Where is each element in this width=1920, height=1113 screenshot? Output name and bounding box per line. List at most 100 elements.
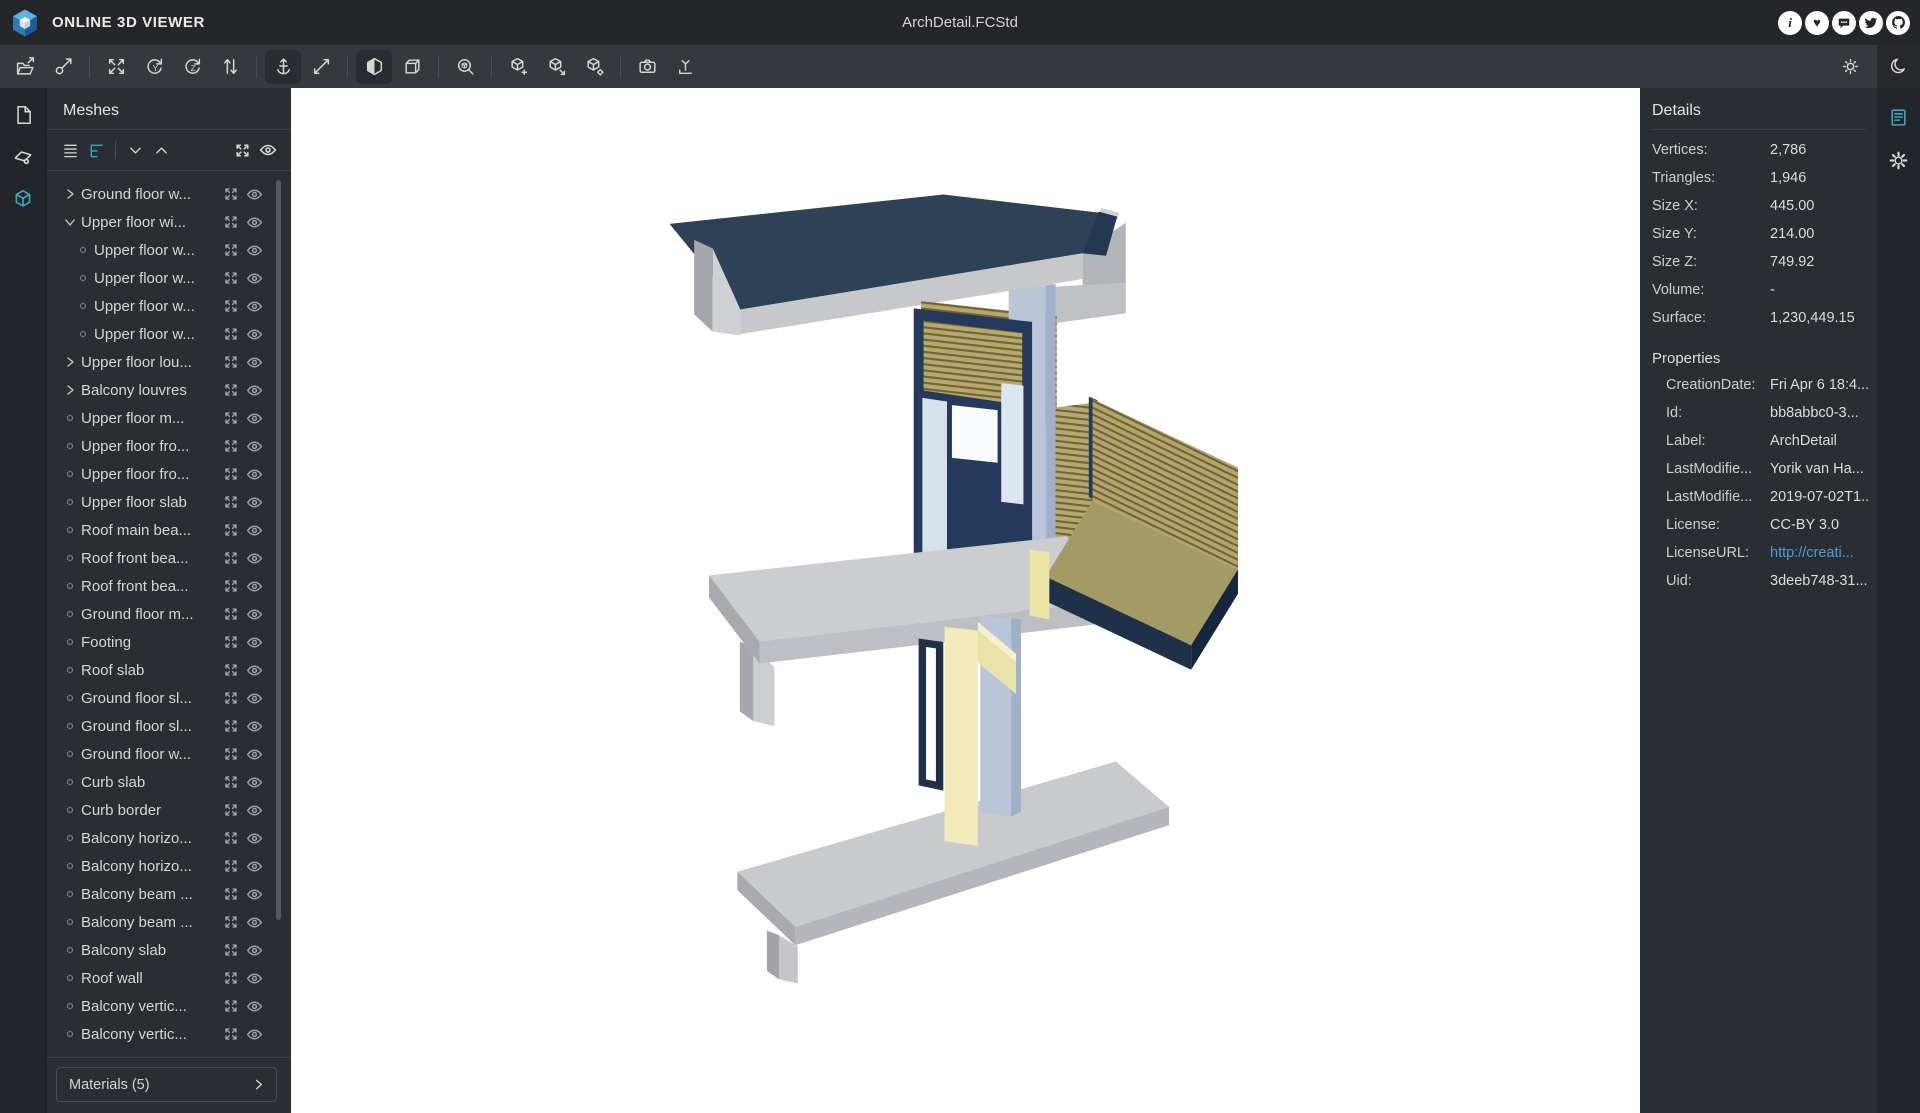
up-direction-y-button[interactable]: Y: [136, 50, 172, 84]
fit-mesh-button[interactable]: [223, 662, 239, 679]
toggle-visibility-button[interactable]: [246, 550, 263, 567]
export-model-button[interactable]: [667, 50, 703, 84]
mesh-row[interactable]: Upper floor w...: [47, 292, 291, 320]
toggle-visibility-button[interactable]: [246, 970, 263, 987]
fit-mesh-button[interactable]: [223, 690, 239, 707]
files-panel-button[interactable]: [8, 100, 38, 130]
toggle-visibility-button[interactable]: [246, 298, 263, 315]
twitter-icon[interactable]: [1859, 11, 1883, 35]
toggle-visibility-button[interactable]: [246, 886, 263, 903]
fit-mesh-button[interactable]: [223, 886, 239, 903]
fit-mesh-button[interactable]: [223, 550, 239, 567]
materials-panel-button[interactable]: [8, 142, 38, 172]
toggle-visibility-button[interactable]: [246, 914, 263, 931]
fit-mesh-button[interactable]: [223, 354, 239, 371]
toggle-visibility-button[interactable]: [246, 214, 263, 231]
fit-mesh-button[interactable]: [223, 242, 239, 259]
heart-icon[interactable]: ♥: [1805, 11, 1829, 35]
fit-mesh-button[interactable]: [223, 466, 239, 483]
fit-mesh-button[interactable]: [223, 214, 239, 231]
fit-mesh-button[interactable]: [223, 270, 239, 287]
toggle-visibility-button[interactable]: [246, 662, 263, 679]
expand-chevron-icon[interactable]: [64, 384, 76, 396]
toggle-visibility-button[interactable]: [246, 186, 263, 203]
fit-to-window-button[interactable]: [98, 50, 134, 84]
measure-button[interactable]: [303, 50, 339, 84]
mesh-row[interactable]: Roof front bea...: [47, 572, 291, 600]
mesh-row[interactable]: Upper floor lou...: [47, 348, 291, 376]
mesh-row[interactable]: Balcony beam ...: [47, 908, 291, 936]
github-icon[interactable]: [1886, 11, 1910, 35]
toggle-visibility-button[interactable]: [246, 242, 263, 259]
toggle-visibility-button[interactable]: [246, 942, 263, 959]
toggle-visibility-button[interactable]: [246, 578, 263, 595]
mesh-row[interactable]: Roof main bea...: [47, 516, 291, 544]
up-direction-z-button[interactable]: Z: [174, 50, 210, 84]
mesh-row[interactable]: Curb slab: [47, 768, 291, 796]
mesh-row[interactable]: Balcony vertic...: [47, 1020, 291, 1048]
mesh-row[interactable]: Footing: [47, 628, 291, 656]
toggle-visibility-button[interactable]: [246, 466, 263, 483]
mesh-row[interactable]: Ground floor w...: [47, 180, 291, 208]
toggle-visibility-button[interactable]: [246, 830, 263, 847]
fit-mesh-button[interactable]: [223, 914, 239, 931]
open-file-button[interactable]: [7, 50, 43, 84]
fix-up-vector-button[interactable]: [265, 50, 301, 84]
license-url-link[interactable]: http://creati...: [1770, 545, 1854, 561]
expand-all-button[interactable]: [122, 137, 148, 163]
flat-list-button[interactable]: [57, 137, 83, 163]
shading-mode-button[interactable]: [356, 50, 392, 84]
open-url-button[interactable]: [45, 50, 81, 84]
mesh-row[interactable]: Balcony louvres: [47, 376, 291, 404]
fit-mesh-button[interactable]: [223, 606, 239, 623]
toggle-visibility-button[interactable]: [246, 746, 263, 763]
fit-mesh-button[interactable]: [223, 998, 239, 1015]
fit-mesh-button[interactable]: [223, 634, 239, 651]
toggle-visibility-button[interactable]: [246, 774, 263, 791]
fit-mesh-button[interactable]: [223, 438, 239, 455]
settings-panel-button[interactable]: [1884, 145, 1914, 175]
mesh-row[interactable]: Balcony horizo...: [47, 824, 291, 852]
mesh-row[interactable]: Balcony vertic...: [47, 992, 291, 1020]
toggle-visibility-button[interactable]: [246, 858, 263, 875]
toggle-visibility-button[interactable]: [246, 438, 263, 455]
toggle-visibility-button[interactable]: [246, 718, 263, 735]
fit-mesh-button[interactable]: [223, 494, 239, 511]
toggle-visibility-button[interactable]: [246, 354, 263, 371]
mesh-row[interactable]: Upper floor m...: [47, 404, 291, 432]
brightness-toggle-button[interactable]: [1832, 50, 1868, 84]
toggle-visibility-button[interactable]: [246, 494, 263, 511]
expand-chevron-icon[interactable]: [64, 216, 76, 228]
show-edges-button[interactable]: [394, 50, 430, 84]
mesh-row[interactable]: Upper floor w...: [47, 320, 291, 348]
cube-diamond-button[interactable]: [576, 50, 612, 84]
fit-mesh-button[interactable]: [223, 858, 239, 875]
fit-mesh-button[interactable]: [223, 578, 239, 595]
fit-all-meshes-button[interactable]: [229, 137, 255, 163]
mesh-row[interactable]: Roof wall: [47, 964, 291, 992]
fit-mesh-button[interactable]: [223, 186, 239, 203]
fit-mesh-button[interactable]: [223, 970, 239, 987]
fit-mesh-button[interactable]: [223, 298, 239, 315]
fit-mesh-button[interactable]: [223, 830, 239, 847]
mesh-row[interactable]: Curb border: [47, 796, 291, 824]
flip-up-vector-button[interactable]: [212, 50, 248, 84]
toggle-visibility-button[interactable]: [246, 606, 263, 623]
mesh-row[interactable]: Ground floor m...: [47, 600, 291, 628]
fit-mesh-button[interactable]: [223, 326, 239, 343]
fit-mesh-button[interactable]: [223, 746, 239, 763]
toggle-visibility-button[interactable]: [246, 522, 263, 539]
fit-mesh-button[interactable]: [223, 522, 239, 539]
mesh-row[interactable]: Ground floor w...: [47, 740, 291, 768]
mesh-row[interactable]: Upper floor slab: [47, 488, 291, 516]
expand-chevron-icon[interactable]: [64, 188, 76, 200]
mesh-row[interactable]: Upper floor wi...: [47, 208, 291, 236]
meshes-panel-button[interactable]: [8, 184, 38, 214]
mesh-row[interactable]: Upper floor fro...: [47, 460, 291, 488]
toggle-visibility-button[interactable]: [246, 326, 263, 343]
app-logo-icon[interactable]: [10, 8, 40, 38]
fit-mesh-button[interactable]: [223, 382, 239, 399]
mesh-row[interactable]: Ground floor sl...: [47, 712, 291, 740]
mesh-list-scrollbar[interactable]: [276, 180, 281, 920]
fit-mesh-button[interactable]: [223, 802, 239, 819]
